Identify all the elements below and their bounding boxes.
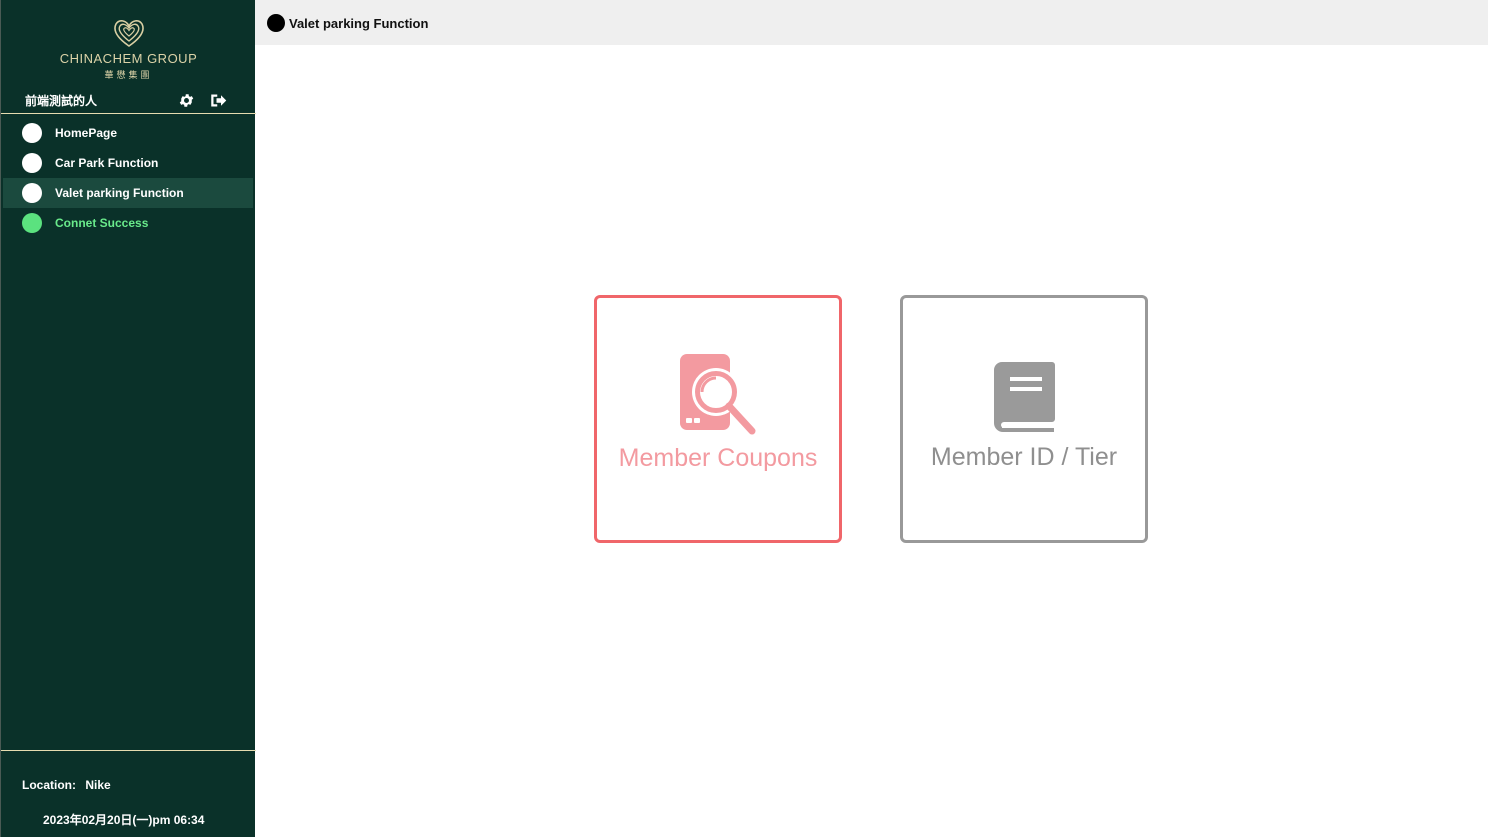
sidebar-item-label: HomePage <box>55 126 118 140</box>
logout-button[interactable] <box>209 92 227 109</box>
heart-logo-icon <box>113 20 144 47</box>
member-coupons-label: Member Coupons <box>618 444 818 472</box>
datetime: 2023年02月20日(一)pm 06:34 <box>43 813 205 827</box>
sidebar-footer: Location: Nike 2023年02月20日(一)pm 06:34 <box>1 750 256 837</box>
connection-status: Connet Success <box>3 208 253 238</box>
circle-icon <box>22 183 42 203</box>
gear-icon <box>179 94 194 107</box>
page-title: Valet parking Function <box>289 16 429 31</box>
brand-logo: CHINACHEM GROUP 華懋集團 <box>1 18 256 81</box>
brand-name-en: CHINACHEM GROUP <box>59 51 198 66</box>
settings-button[interactable] <box>178 92 195 109</box>
circle-icon <box>22 123 42 143</box>
coupon-search-icon <box>680 354 756 435</box>
logout-icon <box>211 94 227 107</box>
location-value: Nike <box>85 778 111 792</box>
member-id-tier-label: Member ID / Tier <box>930 443 1118 471</box>
app-window: CHINACHEM GROUP 華懋集團 前端測試的人 HomePage Car… <box>0 0 1488 837</box>
location-label: Location: <box>22 778 76 792</box>
user-name: 前端測試的人 <box>25 94 98 108</box>
sidebar-item-homepage[interactable]: HomePage <box>3 118 253 148</box>
member-coupons-card[interactable]: Member Coupons <box>594 295 842 543</box>
location-info: Location: Nike <box>22 778 111 792</box>
circle-icon <box>22 153 42 173</box>
user-bar: 前端測試的人 <box>1 88 256 114</box>
sidebar-nav: HomePage Car Park Function Valet parking… <box>3 118 253 238</box>
connection-status-label: Connet Success <box>55 216 149 230</box>
sidebar-item-label: Valet parking Function <box>55 186 184 200</box>
sidebar-item-car-park[interactable]: Car Park Function <box>3 148 253 178</box>
sidebar-item-label: Car Park Function <box>55 156 159 170</box>
sidebar-item-valet-parking[interactable]: Valet parking Function <box>3 178 253 208</box>
member-id-tier-card[interactable]: Member ID / Tier <box>900 295 1148 543</box>
circle-icon <box>267 14 285 32</box>
status-dot-icon <box>22 213 42 233</box>
book-icon <box>994 362 1055 432</box>
brand-name-zh: 華懋集團 <box>104 70 153 80</box>
header-bar: Valet parking Function <box>255 0 1488 45</box>
sidebar: CHINACHEM GROUP 華懋集團 前端測試的人 HomePage Car… <box>0 0 256 837</box>
